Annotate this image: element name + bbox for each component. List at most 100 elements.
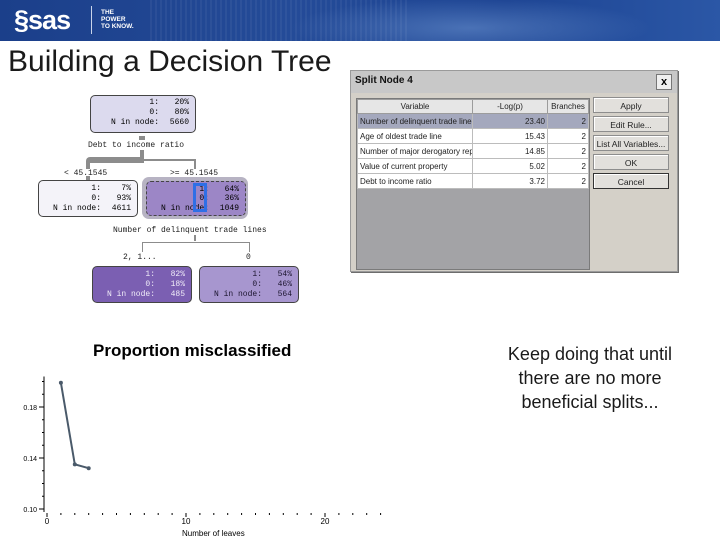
node-value: 36% <box>224 194 239 203</box>
grid-row[interactable]: Value of current property 5.02 2 <box>357 158 589 174</box>
cell-branches: 2 <box>547 173 589 189</box>
node-value: 20% <box>174 98 189 107</box>
grid-row[interactable]: Number of major derogatory reports14.852 <box>357 143 589 159</box>
node-value: 46% <box>277 280 292 289</box>
dialog-buttons: Apply Edit Rule... List All Variables...… <box>593 97 671 192</box>
tree-connector <box>142 242 250 243</box>
split-variable-label: Debt to income ratio <box>88 141 185 150</box>
tree-node-right-right[interactable]: 1: 54% 0: 46% N in node: 564 <box>199 266 299 303</box>
node-label: 0: <box>145 280 155 289</box>
edit-rule-button[interactable]: Edit Rule... <box>593 116 669 132</box>
sas-swirl-icon: § <box>14 5 29 35</box>
data-point <box>86 466 91 471</box>
y-tick-label: 0.18 <box>23 405 37 412</box>
column-header-logp[interactable]: -Log(p) <box>472 99 548 114</box>
x-tick-label: 0 <box>45 517 50 526</box>
tree-connector <box>86 161 90 169</box>
sas-logo: §sas <box>14 5 71 35</box>
x-tick-label: 20 <box>321 517 330 526</box>
node-value: 1049 <box>219 204 239 213</box>
node-label: N in node: <box>110 118 159 127</box>
tree-connector <box>144 159 196 161</box>
cell-variable: Number of major derogatory reports <box>357 143 473 159</box>
x-axis-label: Number of leaves <box>182 529 245 538</box>
highlight-box <box>193 183 207 212</box>
logo-divider <box>91 6 92 34</box>
cell-logp: 3.72 <box>472 173 548 189</box>
node-label: 1: <box>91 184 101 193</box>
x-tick-label: 10 <box>182 517 191 526</box>
node-label: N in node: <box>106 290 155 299</box>
node-value: 485 <box>170 290 185 299</box>
y-tick-label: 0.10 <box>23 507 37 514</box>
cell-variable: Value of current property <box>357 158 473 174</box>
node-label: 1: <box>149 98 159 107</box>
sas-banner: §sas THE POWER TO KNOW. <box>0 0 720 41</box>
cell-logp: 5.02 <box>472 158 548 174</box>
split-variable-label: Number of delinquent trade lines <box>113 226 267 235</box>
banner-decoration <box>150 0 410 41</box>
node-label: 1: <box>145 270 155 279</box>
tree-node-right-left[interactable]: 1: 82% 0: 18% N in node: 485 <box>92 266 192 303</box>
y-tick-label: 0.14 <box>23 456 37 463</box>
tree-connector <box>194 235 196 241</box>
cell-logp: 23.40 <box>472 113 548 129</box>
node-label: N in node: <box>213 290 262 299</box>
dialog-title: Split Node 4 <box>355 75 413 86</box>
grid-row[interactable]: Number of delinquent trade lines 23.40 2 <box>357 113 589 129</box>
cell-variable: Age of oldest trade line <box>357 128 473 144</box>
node-value: 5660 <box>169 118 189 127</box>
tree-connector <box>142 242 143 252</box>
series-line <box>59 382 89 470</box>
branch-label: 2, 1... <box>123 253 157 262</box>
tree-node-root[interactable]: 1: 20% 0: 80% N in node: 5660 <box>90 95 196 133</box>
tree-connector <box>86 157 144 163</box>
apply-button[interactable]: Apply <box>593 97 669 113</box>
grid-header: Variable -Log(p) Branches <box>357 99 589 114</box>
data-point <box>72 462 77 467</box>
variable-grid: Variable -Log(p) Branches Number of deli… <box>356 98 590 270</box>
tree-connector <box>139 136 145 140</box>
node-value: 7% <box>121 184 131 193</box>
node-value: 93% <box>116 194 131 203</box>
list-all-variables-button[interactable]: List All Variables... <box>593 135 669 151</box>
chart-title: Proportion misclassified <box>93 341 292 360</box>
data-point <box>58 380 63 385</box>
close-icon[interactable]: x <box>656 74 672 90</box>
node-label: 0: <box>149 108 159 117</box>
column-header-variable[interactable]: Variable <box>357 99 473 114</box>
node-value: 54% <box>277 270 292 279</box>
dialog-titlebar[interactable]: Split Node 4 x <box>351 71 677 93</box>
node-value: 80% <box>174 108 189 117</box>
sas-logo-text: sas <box>28 5 71 35</box>
node-value: 82% <box>170 270 185 279</box>
column-header-branches[interactable]: Branches <box>547 99 589 114</box>
ok-button[interactable]: OK <box>593 154 669 170</box>
cell-logp: 14.85 <box>472 143 548 159</box>
cell-branches: 2 <box>547 113 589 129</box>
node-label: 0: <box>252 280 262 289</box>
tree-node-left[interactable]: 1: 7% 0: 93% N in node: 4611 <box>38 180 138 217</box>
branch-label: 0 <box>246 253 251 262</box>
cell-branches: 2 <box>547 143 589 159</box>
tagline-line: POWER <box>101 16 126 23</box>
cell-branches: 2 <box>547 128 589 144</box>
node-label: 0: <box>91 194 101 203</box>
node-label: 1: <box>252 270 262 279</box>
node-label: N in node: <box>52 204 101 213</box>
node-value: 4611 <box>111 204 131 213</box>
slide-note: Keep doing that until there are no more … <box>507 344 673 412</box>
cell-logp: 15.43 <box>472 128 548 144</box>
tree-connector <box>194 159 196 169</box>
cancel-button[interactable]: Cancel <box>593 173 669 189</box>
tree-connector <box>249 242 250 252</box>
node-value: 18% <box>170 280 185 289</box>
tagline: THE POWER TO KNOW. <box>101 9 134 30</box>
split-node-dialog: Split Node 4 x Variable -Log(p) Branches… <box>350 70 678 272</box>
misclassification-chart: 0.10 0.14 0.18 0 10 20 Number of leaves <box>23 376 382 538</box>
grid-row[interactable]: Age of oldest trade line 15.43 2 <box>357 128 589 144</box>
cell-variable: Number of delinquent trade lines <box>357 113 473 129</box>
cell-branches: 2 <box>547 158 589 174</box>
grid-row[interactable]: Debt to income ratio 3.72 2 <box>357 173 589 189</box>
node-value: 564 <box>277 290 292 299</box>
